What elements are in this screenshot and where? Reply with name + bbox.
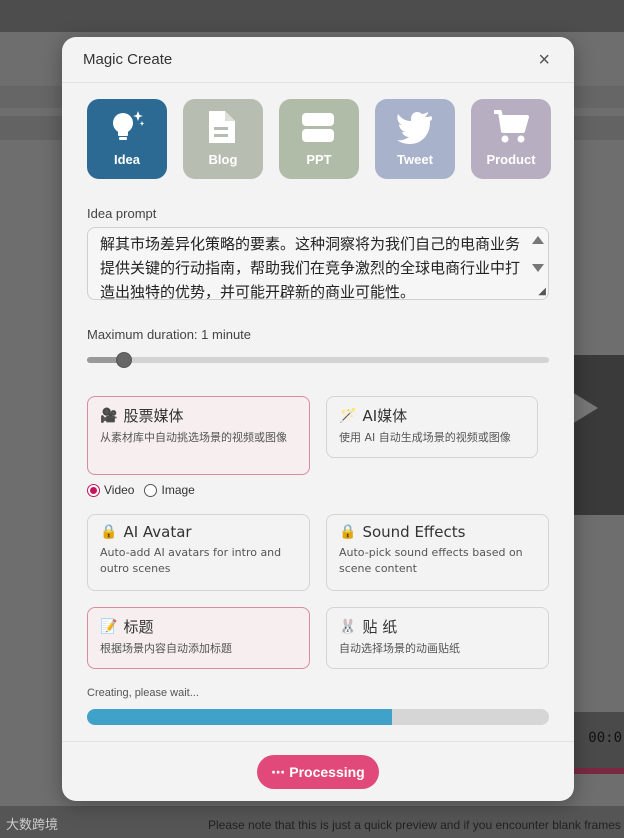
- option-title: 🔒 Sound Effects: [339, 523, 536, 541]
- option-description: 自动选择场景的动画贴纸: [339, 642, 460, 655]
- duration-label: Maximum duration: 1 minute: [87, 327, 252, 342]
- magic-wand-icon: 🪄: [339, 407, 357, 424]
- option-description: 从素材库中自动挑选场景的视频或图像: [100, 431, 287, 444]
- resize-handle-icon[interactable]: ◢: [538, 286, 546, 297]
- scroll-up-icon[interactable]: [532, 236, 544, 244]
- option-title: 🔒 AI Avatar: [100, 523, 297, 541]
- creation-progress-bar: [87, 709, 549, 725]
- slides-icon: [302, 113, 334, 142]
- radio-button[interactable]: [87, 483, 100, 497]
- lock-icon: 🔒: [100, 524, 118, 540]
- option-title: 📝 标题: [100, 616, 297, 637]
- dialog-header: Magic Create ×: [62, 37, 574, 83]
- option-ai-media[interactable]: 🪄 AI媒体 使用 AI 自动生成场景的视频或图像: [326, 396, 538, 458]
- play-icon: [572, 392, 598, 424]
- tile-idea[interactable]: Idea: [87, 99, 167, 179]
- tile-tweet[interactable]: Tweet: [375, 99, 455, 179]
- tile-label: Idea: [113, 152, 140, 167]
- bird-icon: [397, 111, 433, 144]
- option-sound-effects[interactable]: 🔒 Sound Effects Auto-pick sound effects …: [326, 514, 549, 591]
- cart-icon: [494, 110, 529, 143]
- option-title-text: AI媒体: [362, 407, 408, 425]
- option-title-text: Sound Effects: [362, 523, 466, 541]
- media-type-radios: Video Image: [87, 483, 195, 497]
- option-title: 🪄 AI媒体: [339, 405, 525, 426]
- radio-button[interactable]: [144, 483, 158, 497]
- option-title-text: 贴 纸: [362, 618, 398, 636]
- preview-notice: Please note that this is just a quick pr…: [208, 818, 621, 832]
- option-description: 使用 AI 自动生成场景的视频或图像: [339, 431, 511, 444]
- tile-blog[interactable]: Blog: [183, 99, 263, 179]
- loading-dots-icon: ⋯: [271, 763, 286, 780]
- camera-icon: 🎥: [100, 407, 118, 424]
- prompt-label: Idea prompt: [87, 206, 157, 221]
- button-label: Processing: [289, 764, 365, 780]
- rabbit-icon: 🐰: [339, 618, 357, 635]
- tile-label: Tweet: [397, 152, 433, 167]
- duration-slider[interactable]: [87, 352, 549, 368]
- tile-product[interactable]: Product: [471, 99, 551, 179]
- watermark-logo: 大数跨境: [6, 817, 59, 832]
- option-title-text: AI Avatar: [123, 523, 192, 541]
- scroll-down-icon[interactable]: [532, 264, 544, 272]
- memo-icon: 📝: [100, 618, 118, 635]
- creation-status: Creating, please wait...: [87, 687, 199, 699]
- prompt-text[interactable]: 解其市场差异化策略的要素。这种洞察将为我们自己的电商业务提供关键的行动指南，帮助…: [100, 232, 520, 299]
- tile-label: Product: [486, 152, 536, 167]
- option-ai-avatar[interactable]: 🔒 AI Avatar Auto-add AI avatars for intr…: [87, 514, 310, 591]
- magic-create-dialog: Magic Create × Idea Blog PPT Tweet Produ…: [62, 37, 574, 801]
- tile-ppt[interactable]: PPT: [279, 99, 359, 179]
- option-title-text: 标题: [123, 618, 154, 636]
- radio-label: Video: [104, 483, 135, 497]
- idea-prompt-textarea[interactable]: 解其市场差异化策略的要素。这种洞察将为我们自己的电商业务提供关键的行动指南，帮助…: [87, 227, 549, 300]
- slider-thumb[interactable]: [115, 352, 132, 368]
- close-icon[interactable]: ×: [538, 50, 550, 70]
- lightbulb-icon: [113, 111, 145, 140]
- option-title: 🐰 贴 纸: [339, 616, 536, 637]
- source-type-tiles: Idea Blog PPT Tweet Product: [87, 99, 551, 179]
- option-description: 根据场景内容自动添加标题: [100, 642, 232, 655]
- dialog-footer: ⋯ Processing: [62, 741, 574, 801]
- processing-button[interactable]: ⋯ Processing: [257, 755, 379, 789]
- dialog-title: Magic Create: [83, 51, 173, 68]
- radio-label: Image: [161, 483, 195, 497]
- tile-label: PPT: [306, 152, 332, 167]
- option-stock-media[interactable]: 🎥 股票媒体 从素材库中自动挑选场景的视频或图像: [87, 396, 310, 475]
- option-title-text: 股票媒体: [123, 407, 184, 425]
- radio-image[interactable]: Image: [144, 483, 195, 497]
- background-topbar: [0, 0, 624, 32]
- tile-label: Blog: [208, 152, 238, 167]
- progress-fill: [87, 709, 392, 725]
- radio-video[interactable]: Video: [87, 483, 134, 497]
- timecode: 00:0: [588, 730, 622, 746]
- option-title: 🎥 股票媒体: [100, 405, 297, 426]
- timeline-track: [574, 768, 624, 774]
- option-description: Auto-pick sound effects based on scene c…: [339, 546, 523, 575]
- option-captions[interactable]: 📝 标题 根据场景内容自动添加标题: [87, 607, 310, 669]
- option-stickers[interactable]: 🐰 贴 纸 自动选择场景的动画贴纸: [326, 607, 549, 669]
- option-description: Auto-add AI avatars for intro and outro …: [100, 546, 282, 575]
- document-icon: [209, 111, 235, 143]
- lock-icon: 🔒: [339, 524, 357, 540]
